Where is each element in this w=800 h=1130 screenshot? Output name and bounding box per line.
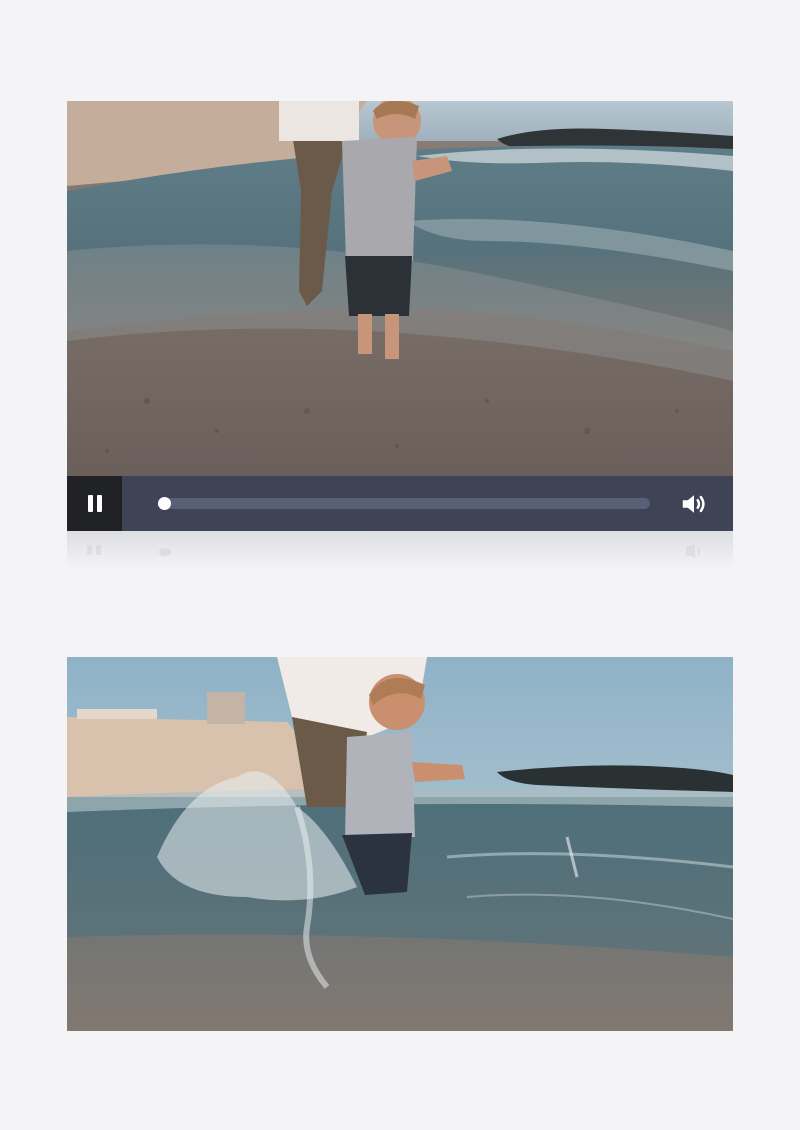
progress-knob[interactable] (158, 497, 171, 510)
video-controls (67, 476, 733, 531)
progress-area (158, 476, 650, 531)
image-splash-scene (67, 657, 733, 1031)
video-still-beach-walk (67, 101, 733, 476)
controls-reflection (67, 531, 733, 569)
pause-icon (87, 495, 102, 512)
progress-track[interactable] (162, 498, 650, 509)
pause-button[interactable] (67, 476, 122, 531)
video-still-splash (67, 657, 733, 1031)
video-frame[interactable] (67, 101, 733, 476)
reflection-pause-icon (87, 545, 101, 555)
volume-icon[interactable] (679, 489, 709, 519)
reflection-volume-icon (686, 544, 700, 558)
reflection-knob (159, 548, 171, 556)
